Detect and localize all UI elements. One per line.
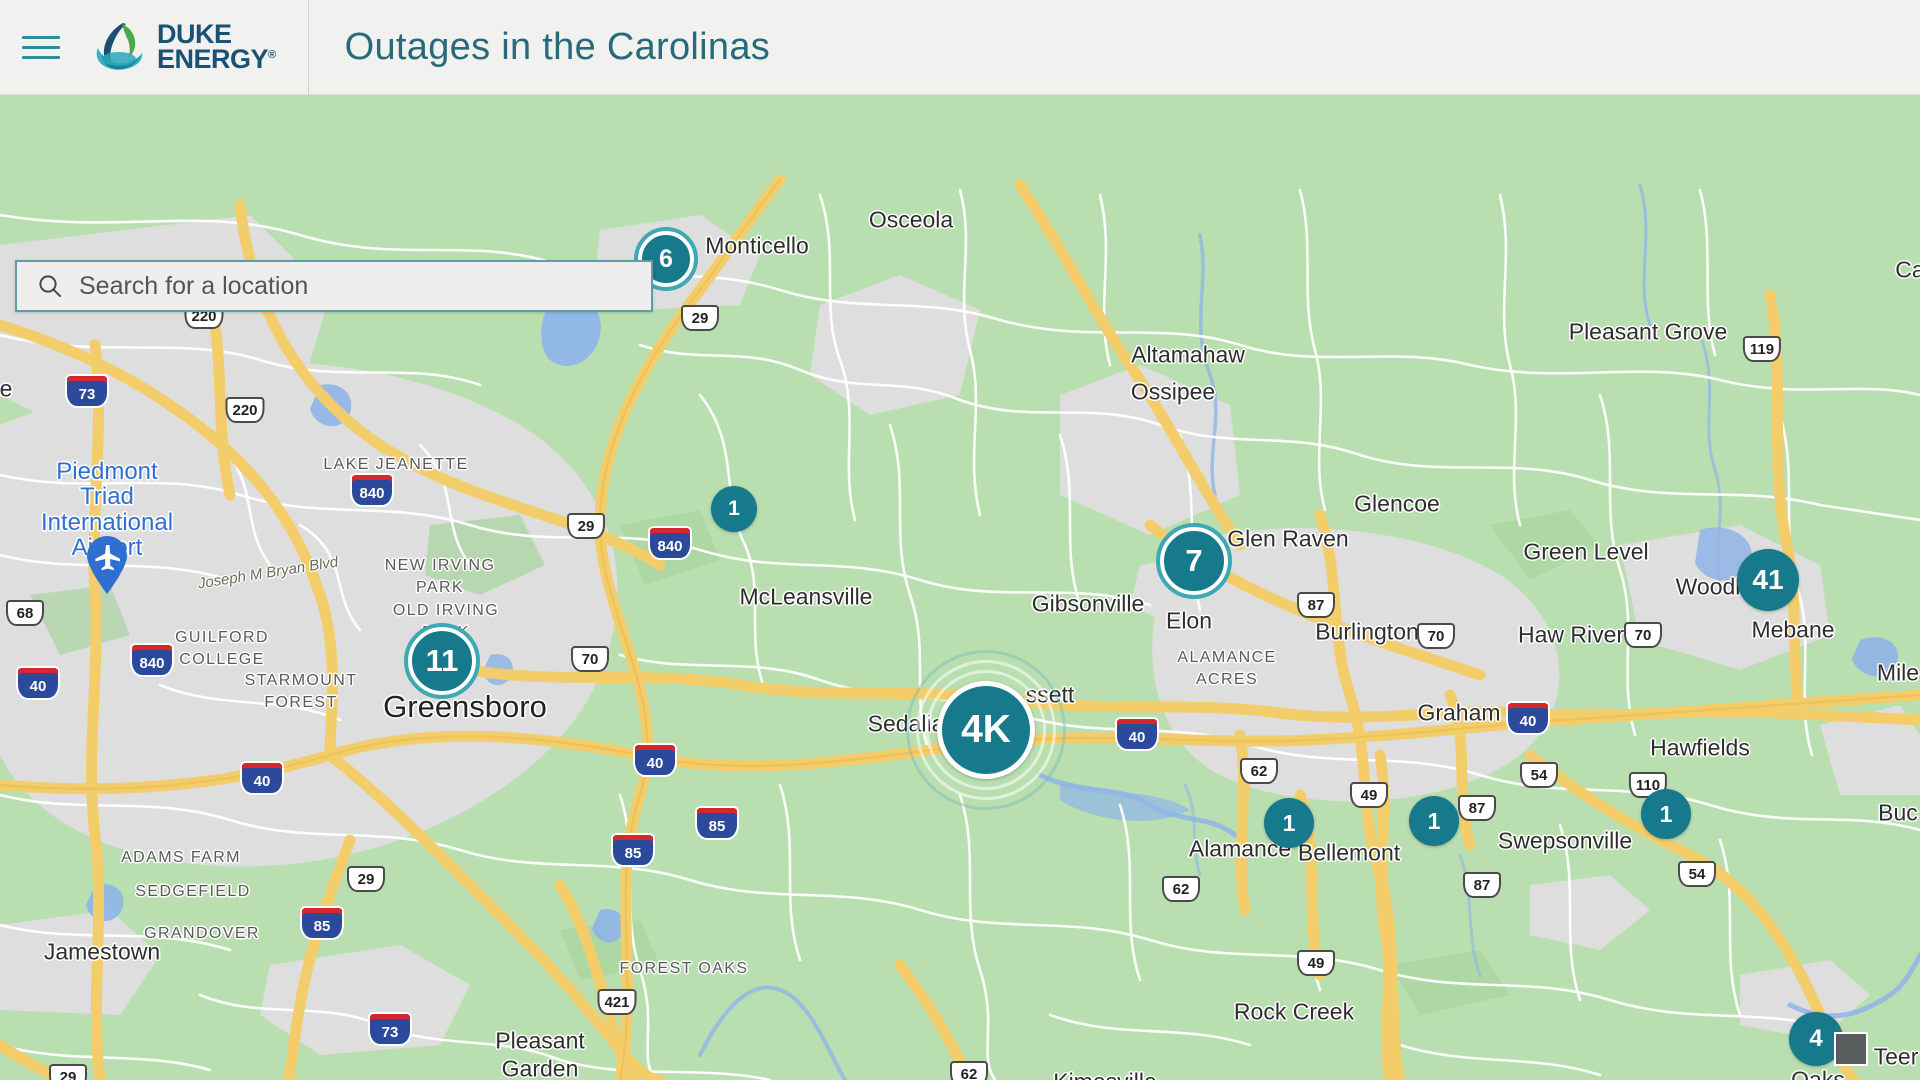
hamburger-bar	[22, 35, 60, 39]
outage-cluster-marker[interactable]: 1	[711, 486, 757, 532]
outage-cluster-marker[interactable]: 1	[1264, 798, 1314, 848]
airport-pin-icon[interactable]	[84, 535, 130, 600]
page-title: Outages in the Carolinas	[344, 25, 771, 68]
outage-map[interactable]: .urb { fill:#dedede; } .wat { fill:#8fb5…	[0, 95, 1920, 1080]
logo-line-2: ENERGY®	[157, 44, 276, 74]
gray-square-marker[interactable]	[1834, 1032, 1868, 1066]
duke-energy-logo[interactable]: DUKE ENERGY®	[92, 0, 309, 95]
search-icon	[39, 275, 61, 297]
outage-cluster-marker[interactable]: 4K	[937, 681, 1035, 779]
hamburger-menu-icon[interactable]	[18, 28, 76, 67]
outage-cluster-marker[interactable]: 41	[1737, 549, 1799, 611]
hamburger-bar	[22, 45, 60, 49]
location-search-box[interactable]	[15, 260, 653, 312]
map-canvas: .urb { fill:#dedede; } .wat { fill:#8fb5…	[0, 95, 1920, 1080]
outage-cluster-marker[interactable]: 11	[404, 623, 480, 699]
duke-energy-swoosh-logo	[96, 23, 143, 70]
outage-cluster-marker[interactable]: 1	[1409, 796, 1459, 846]
duke-energy-wordmark: DUKE ENERGY®	[157, 20, 276, 74]
outage-cluster-marker[interactable]: 7	[1156, 523, 1232, 599]
hamburger-bar	[22, 55, 60, 59]
app-header: DUKE ENERGY® Outages in the Carolinas	[0, 0, 1920, 95]
outage-cluster-marker[interactable]: 1	[1641, 789, 1691, 839]
search-input[interactable]	[77, 270, 637, 302]
